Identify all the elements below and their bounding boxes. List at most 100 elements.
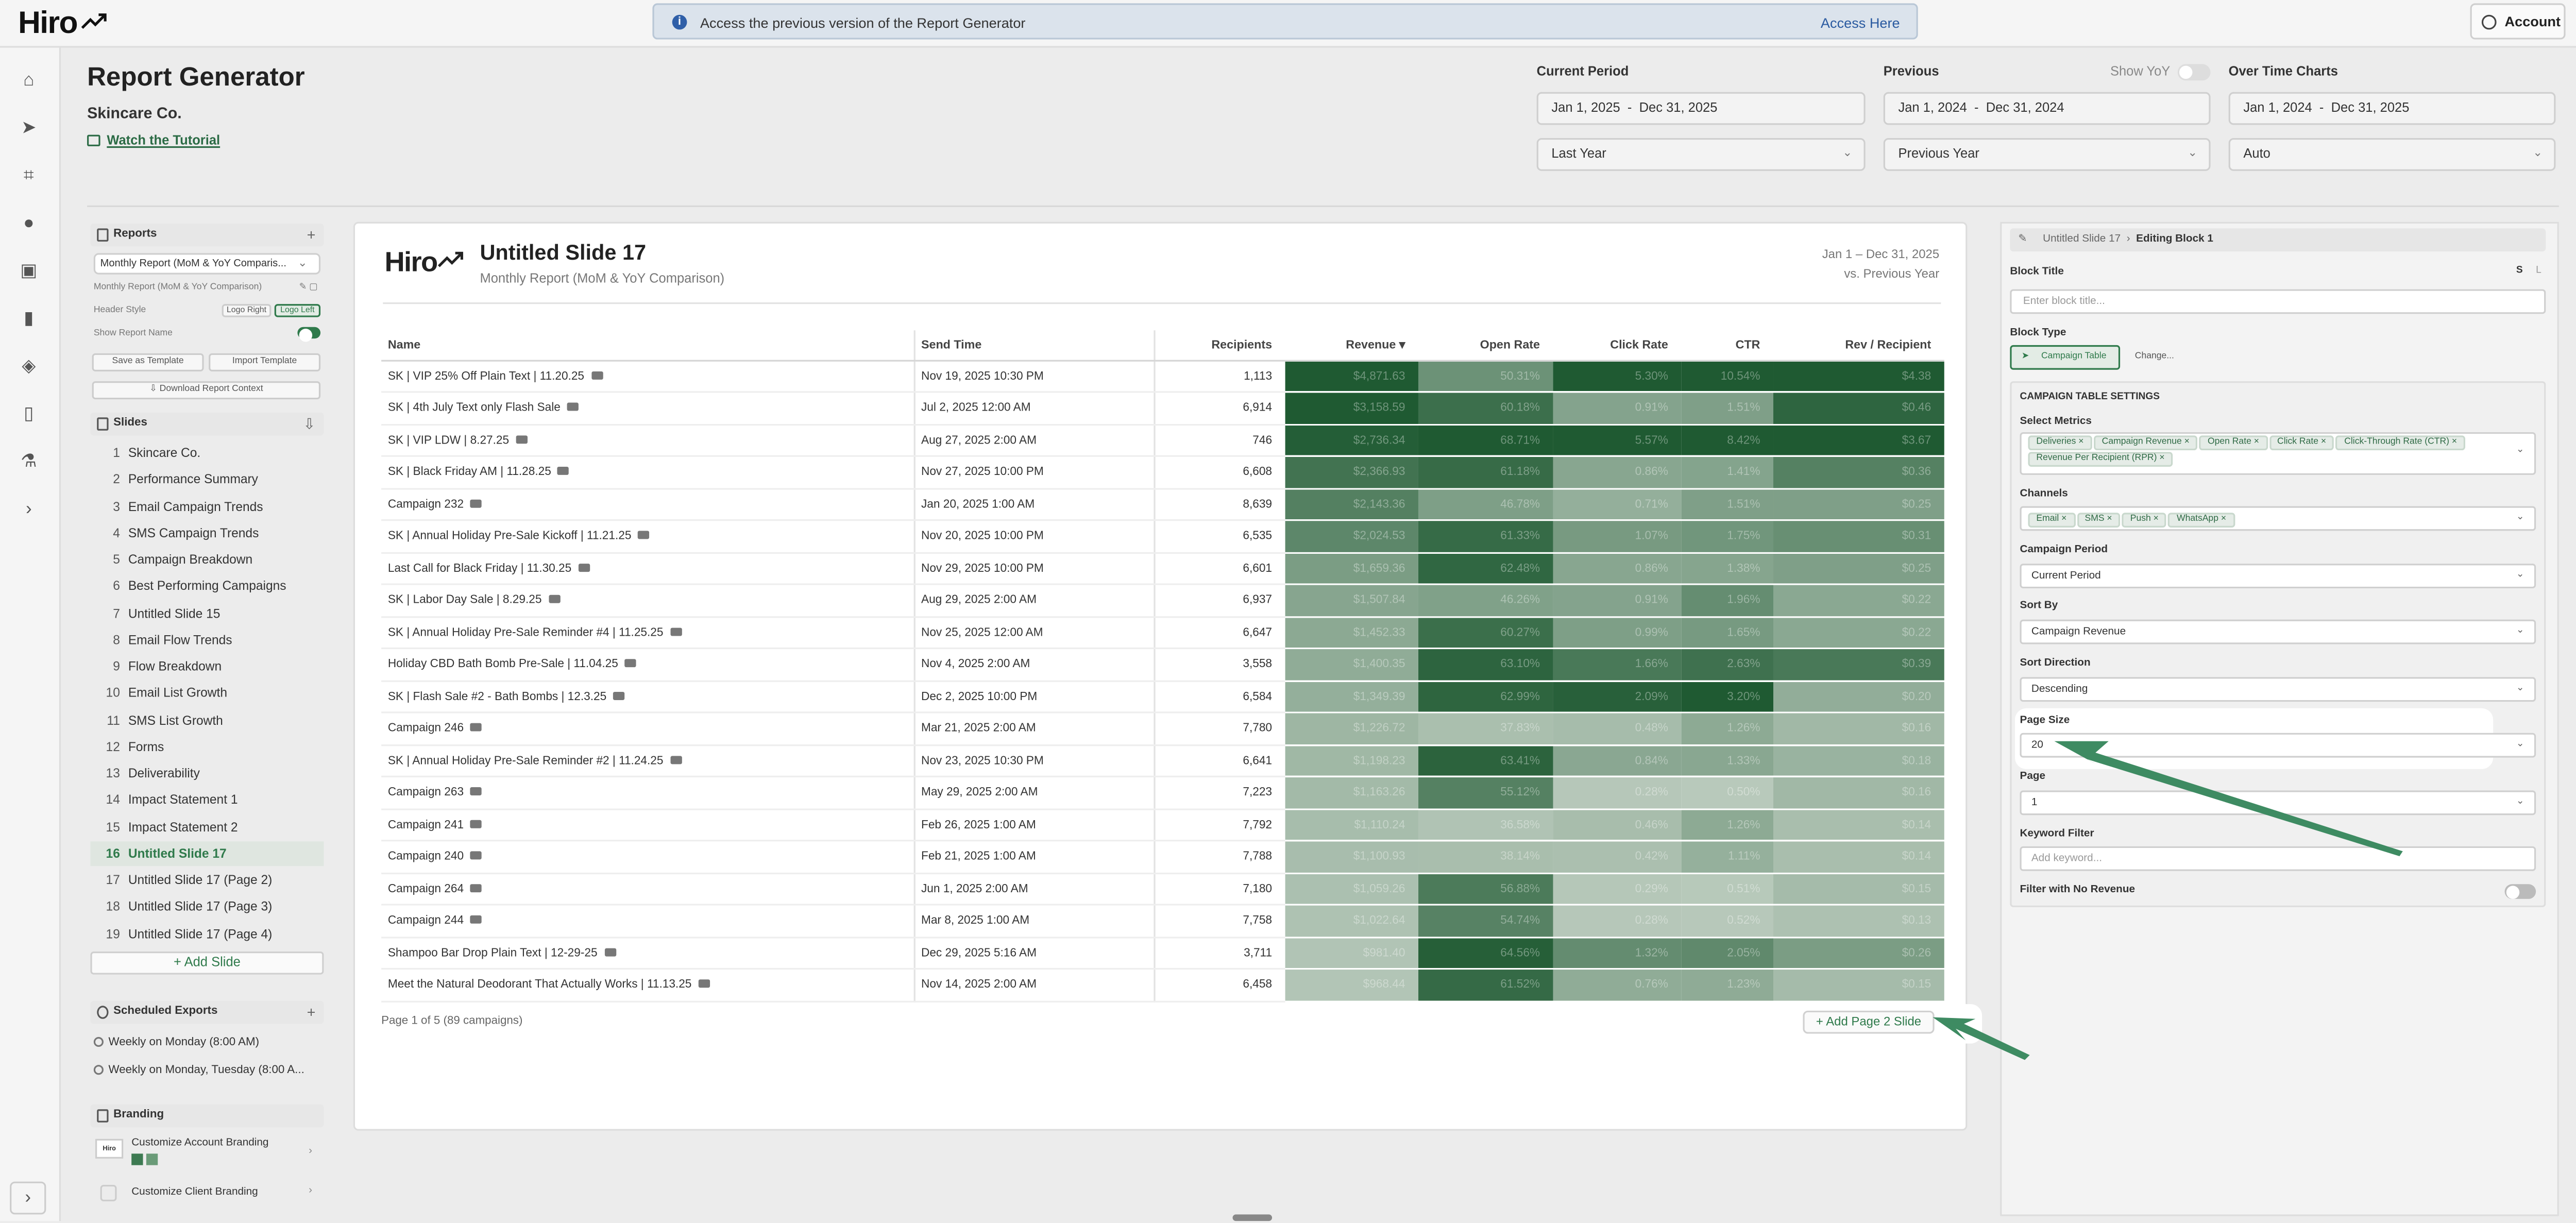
slide-item[interactable]: 1 Skincare Co.: [90, 440, 324, 465]
banner-link[interactable]: Access Here: [1821, 15, 1900, 31]
table-row[interactable]: SK | VIP LDW | 8.27.25 Aug 27, 2025 2:00 …: [381, 424, 1944, 457]
account-branding-item[interactable]: Hiro Customize Account Branding ›: [94, 1137, 320, 1170]
table-row[interactable]: Holiday CBD Bath Bomb Pre-Sale | 11.04.2…: [381, 648, 1944, 682]
size-l-button[interactable]: L: [2536, 266, 2541, 276]
user-icon[interactable]: ●: [18, 214, 39, 235]
page-select[interactable]: 1 ⌄: [2020, 790, 2536, 816]
slide-item[interactable]: 13 Deliverability: [90, 761, 324, 786]
slide-item[interactable]: 6 Best Performing Campaigns: [90, 574, 324, 599]
keyword-filter-input[interactable]: Add keyword...: [2020, 846, 2536, 871]
flask-icon[interactable]: ⚗: [18, 452, 39, 473]
filter-chip[interactable]: Push ×: [2122, 513, 2167, 528]
download-context-button[interactable]: ⇩ Download Report Context: [92, 381, 321, 400]
table-row[interactable]: Campaign 263 May 29, 2025 2:00 AM 7,223 $1,…: [381, 776, 1944, 810]
slide-item[interactable]: 12 Forms: [90, 734, 324, 759]
add-slide-button[interactable]: + Add Slide: [90, 952, 324, 975]
filter-chip[interactable]: Click-Through Rate (CTR) ×: [2336, 435, 2466, 451]
table-row[interactable]: SK | 4th July Text only Flash Sale Jul 2,…: [381, 392, 1944, 425]
size-s-button[interactable]: S: [2516, 266, 2523, 276]
table-row[interactable]: SK | Flash Sale #2 - Bath Bombs | 12.3.2…: [381, 680, 1944, 714]
layers-icon[interactable]: ◈: [18, 356, 39, 378]
plus-icon[interactable]: +: [307, 224, 316, 247]
current-period-select[interactable]: Last Year ⌄: [1536, 138, 1866, 171]
column-header[interactable]: Revenue ▾: [1285, 330, 1418, 361]
slide-item[interactable]: 7 Untitled Slide 15: [90, 601, 324, 625]
campaign-period-select[interactable]: Current Period ⌄: [2020, 564, 2536, 589]
plus-icon[interactable]: +: [307, 1001, 316, 1024]
previous-select[interactable]: Previous Year ⌄: [1883, 138, 2211, 171]
change-block-link[interactable]: Change...: [2135, 352, 2174, 362]
filter-chip[interactable]: Revenue Per Recipient (RPR) ×: [2028, 452, 2173, 467]
chevron-right-icon[interactable]: ›: [18, 500, 39, 521]
slide-item[interactable]: 15 Impact Statement 2: [90, 814, 324, 839]
slide-item[interactable]: 9 Flow Breakdown: [90, 654, 324, 679]
table-row[interactable]: Campaign 264 Jun 1, 2025 2:00 AM 7,180 $1,0…: [381, 872, 1944, 906]
table-row[interactable]: SK | Annual Holiday Pre-Sale Reminder #4…: [381, 616, 1944, 650]
table-row[interactable]: Campaign 246 Mar 21, 2025 2:00 AM 7,780 $1,…: [381, 712, 1944, 745]
block-type-button[interactable]: ➤ Campaign Table: [2010, 345, 2121, 370]
filter-chip[interactable]: SMS ×: [2076, 513, 2121, 528]
slide-item[interactable]: 8 Email Flow Trends: [90, 627, 324, 652]
slide-item[interactable]: 5 Campaign Breakdown: [90, 547, 324, 572]
export-item[interactable]: Weekly on Monday, Tuesday (8:00 A...: [93, 1065, 304, 1076]
table-row[interactable]: SK | Annual Holiday Pre-Sale Kickoff | 1…: [381, 520, 1944, 553]
table-row[interactable]: Campaign 240 Feb 21, 2025 1:00 AM 7,788 $1,…: [381, 840, 1944, 874]
channels-select[interactable]: Email × SMS × Push × WhatsApp × ⌄: [2020, 506, 2536, 531]
client-branding-item[interactable]: Customize Client Branding ›: [94, 1183, 320, 1207]
slide-item[interactable]: 14 Impact Statement 1: [90, 788, 324, 812]
book-icon[interactable]: ▯: [18, 404, 39, 426]
over-time-dates[interactable]: Jan 1, 2024 - Dec 31, 2025: [2228, 92, 2556, 125]
breadcrumb-parent[interactable]: Untitled Slide 17: [2043, 233, 2121, 245]
logo-left-button[interactable]: Logo Left: [274, 304, 321, 317]
no-revenue-toggle[interactable]: [2504, 884, 2536, 899]
table-row[interactable]: SK | Black Friday AM | 11.28.25 Nov 27, 2…: [381, 456, 1944, 489]
metrics-select[interactable]: Deliveries × Campaign Revenue × Open Rate …: [2020, 432, 2536, 475]
table-row[interactable]: Last Call for Black Friday | 11.30.25 Nov…: [381, 552, 1944, 585]
filter-chip[interactable]: Campaign Revenue ×: [2093, 435, 2198, 451]
filter-chip[interactable]: Deliveries ×: [2028, 435, 2092, 451]
filter-chip[interactable]: Email ×: [2028, 513, 2075, 528]
add-page-slide-button[interactable]: + Add Page 2 Slide: [1803, 1010, 1935, 1034]
report-select[interactable]: Monthly Report (MoM & YoY Comparis... ⌄: [93, 253, 321, 275]
over-time-select[interactable]: Auto ⌄: [2228, 138, 2556, 171]
current-period-dates[interactable]: Jan 1, 2025 - Dec 31, 2025: [1536, 92, 1866, 125]
tutorial-link[interactable]: Watch the Tutorial: [87, 133, 220, 148]
slide-item[interactable]: 4 SMS Campaign Trends: [90, 520, 324, 545]
show-report-name-toggle[interactable]: [297, 327, 321, 342]
page-size-select[interactable]: 20 ⌄: [2020, 733, 2536, 758]
slide-item[interactable]: 17 Untitled Slide 17 (Page 2): [90, 868, 324, 892]
slide-item[interactable]: 3 Email Campaign Trends: [90, 494, 324, 519]
table-row[interactable]: SK | Labor Day Sale | 8.29.25 Aug 29, 202…: [381, 584, 1944, 617]
download-icon[interactable]: ⇩: [303, 413, 315, 436]
filter-chip[interactable]: Open Rate ×: [2199, 435, 2267, 451]
chart-icon[interactable]: ▮: [18, 309, 39, 330]
slide-item[interactable]: 11 SMS List Growth: [90, 707, 324, 732]
previous-dates[interactable]: Jan 1, 2024 - Dec 31, 2024: [1883, 92, 2211, 125]
logo-right-button[interactable]: Logo Right: [222, 304, 272, 317]
export-item[interactable]: Weekly on Monday (8:00 AM): [93, 1037, 259, 1048]
import-template-button[interactable]: Import Template: [209, 353, 321, 371]
sort-by-select[interactable]: Campaign Revenue ⌄: [2020, 619, 2536, 644]
scroll-handle[interactable]: [1232, 1214, 1273, 1221]
slide-item[interactable]: 19 Untitled Slide 17 (Page 4): [90, 921, 324, 946]
flow-icon[interactable]: ⌗: [18, 166, 39, 187]
slide-item[interactable]: 2 Performance Summary: [90, 467, 324, 492]
filter-chip[interactable]: Click Rate ×: [2269, 435, 2335, 451]
send-icon[interactable]: ➤: [18, 118, 39, 140]
show-yoy-toggle[interactable]: [2177, 64, 2211, 81]
save-template-button[interactable]: Save as Template: [92, 353, 204, 371]
filter-chip[interactable]: WhatsApp ×: [2168, 513, 2235, 528]
slide-item[interactable]: 18 Untitled Slide 17 (Page 3): [90, 894, 324, 919]
home-icon[interactable]: ⌂: [18, 71, 39, 92]
table-row[interactable]: Meet the Natural Deodorant That Actually…: [381, 969, 1944, 1002]
table-row[interactable]: SK | VIP 25% Off Plain Text | 11.20.25 No…: [381, 360, 1944, 393]
image-icon[interactable]: ▣: [18, 261, 39, 282]
table-row[interactable]: Shampoo Bar Drop Plain Text | 12-29-25 De…: [381, 937, 1944, 970]
edit-icon[interactable]: ✎ ▢: [299, 283, 318, 293]
sort-direction-select[interactable]: Descending ⌄: [2020, 677, 2536, 702]
table-row[interactable]: Campaign 244 Mar 8, 2025 1:00 AM 7,758 $1,0…: [381, 905, 1944, 938]
table-row[interactable]: Campaign 241 Feb 26, 2025 1:00 AM 7,792 $1,…: [381, 808, 1944, 842]
block-title-input[interactable]: Enter block title...: [2010, 289, 2546, 314]
account-button[interactable]: Account: [2470, 3, 2566, 40]
table-row[interactable]: SK | Annual Holiday Pre-Sale Reminder #2…: [381, 744, 1944, 777]
